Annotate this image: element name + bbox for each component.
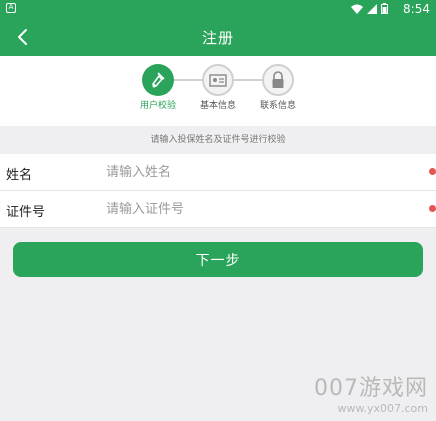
verification-hint: 请输入投保姓名及证件号进行校验 [150, 135, 286, 145]
app-header: 注册 [0, 18, 436, 56]
lock-icon [272, 71, 284, 88]
page-title: 注册 [201, 29, 234, 47]
id-card-icon [209, 74, 227, 87]
step-connector [174, 79, 202, 81]
step-label: 用户校验 [139, 101, 176, 111]
name-label: 姓名 [6, 168, 33, 183]
registration-steps: 用户校验 基本信息 联系信息 [0, 56, 436, 126]
next-step-button[interactable]: 下一步 [13, 242, 423, 277]
watermark: 007游戏网 www.yx007.com [314, 370, 428, 415]
id-number-label: 证件号 [6, 205, 46, 220]
verification-form: 姓名 证件号 [0, 154, 436, 228]
required-indicator-icon [429, 205, 436, 212]
handshake-icon [151, 72, 165, 88]
step-connector [234, 79, 262, 81]
status-icons [351, 3, 388, 14]
status-bar: A 8:54 [0, 0, 436, 18]
watermark-url: www.yx007.com [337, 402, 428, 415]
id-number-row: 证件号 [0, 191, 436, 228]
step-label: 基本信息 [199, 101, 236, 111]
name-input[interactable] [106, 162, 406, 182]
watermark-title: 007游戏网 [314, 376, 428, 401]
notification-icon: A [6, 3, 16, 13]
battery-icon [381, 3, 388, 14]
signal-icon [367, 3, 377, 14]
required-indicator-icon [429, 168, 436, 175]
status-time: 8:54 [403, 2, 430, 16]
step-label: 联系信息 [259, 101, 296, 111]
step-contact-info-circle [262, 64, 294, 96]
step-user-verify-circle [142, 64, 174, 96]
step-basic-info-circle [202, 64, 234, 96]
id-number-input[interactable] [106, 199, 406, 219]
name-row: 姓名 [0, 154, 436, 191]
wifi-icon [351, 4, 363, 14]
